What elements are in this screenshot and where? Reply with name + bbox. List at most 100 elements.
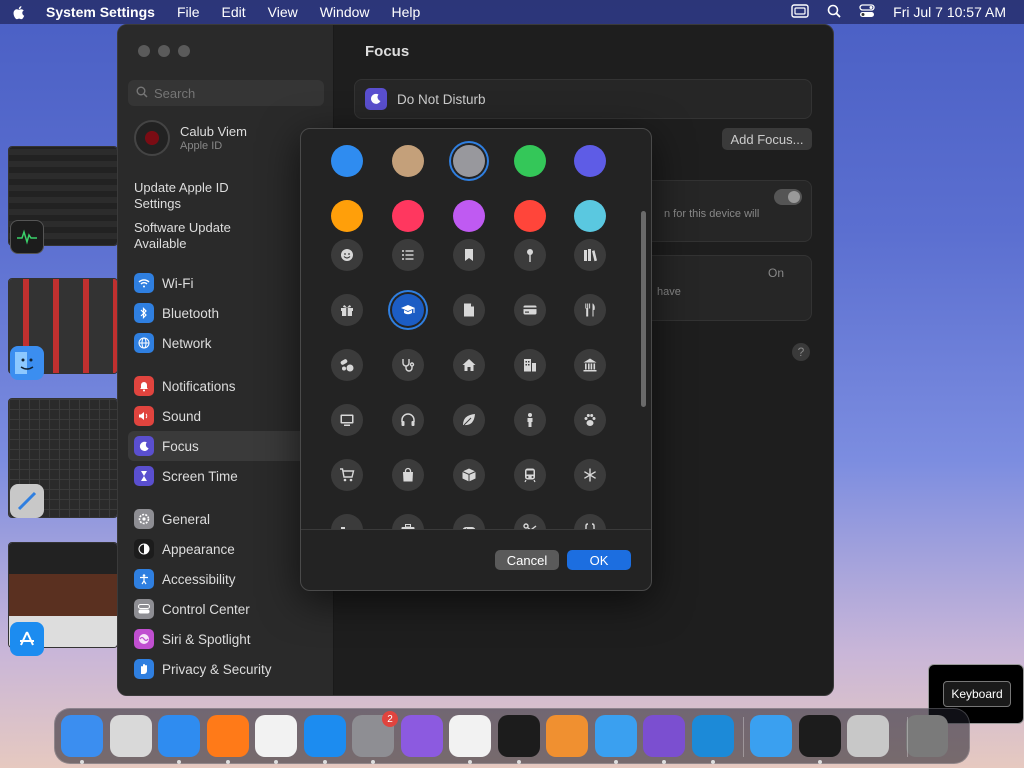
menu-window[interactable]: Window bbox=[320, 4, 370, 20]
weather-icon[interactable] bbox=[594, 715, 637, 757]
icon-option[interactable] bbox=[451, 237, 487, 273]
account-row[interactable]: Calub Viem Apple ID bbox=[134, 120, 247, 156]
icon-option[interactable] bbox=[451, 292, 487, 328]
icon-option[interactable] bbox=[329, 347, 365, 383]
activity-monitor-icon[interactable] bbox=[798, 715, 841, 757]
color-swatch[interactable] bbox=[572, 198, 608, 234]
trash-icon[interactable] bbox=[905, 715, 948, 757]
icon-option[interactable] bbox=[451, 347, 487, 383]
zoom-button[interactable] bbox=[178, 45, 190, 57]
icon-option[interactable] bbox=[390, 237, 426, 273]
icon-option[interactable] bbox=[451, 457, 487, 493]
search-field[interactable] bbox=[128, 80, 324, 106]
add-focus-button[interactable]: Add Focus... bbox=[722, 128, 812, 150]
sidebar-item-bluetooth[interactable]: Bluetooth bbox=[128, 298, 328, 328]
color-swatch[interactable] bbox=[390, 198, 426, 234]
sidebar-item-privacy-security[interactable]: Privacy & Security bbox=[128, 654, 328, 684]
sidebar-item-control-center[interactable]: Control Center bbox=[128, 594, 328, 624]
ok-button[interactable]: OK bbox=[567, 550, 631, 570]
icon-option[interactable] bbox=[512, 237, 548, 273]
minimize-button[interactable] bbox=[158, 45, 170, 57]
finder-icon[interactable] bbox=[61, 715, 103, 757]
terminal-icon[interactable] bbox=[497, 715, 540, 757]
icon-option[interactable] bbox=[451, 512, 487, 529]
icon-option[interactable] bbox=[329, 457, 365, 493]
icon-option[interactable] bbox=[572, 292, 608, 328]
cancel-button[interactable]: Cancel bbox=[495, 550, 559, 570]
icon-option[interactable] bbox=[572, 457, 608, 493]
control-center-icon[interactable] bbox=[859, 3, 875, 21]
icon-option[interactable] bbox=[390, 402, 426, 438]
apple-menu-icon[interactable] bbox=[12, 4, 28, 20]
icon-option[interactable] bbox=[390, 457, 426, 493]
textedit-icon[interactable] bbox=[449, 715, 491, 757]
sidebar-item-appearance[interactable]: Appearance bbox=[128, 534, 328, 564]
menu-clock[interactable]: Fri Jul 7 10:57 AM bbox=[893, 4, 1006, 20]
color-swatch[interactable] bbox=[390, 143, 426, 179]
close-button[interactable] bbox=[138, 45, 150, 57]
focus-row-do-not-disturb[interactable]: Do Not Disturb bbox=[354, 79, 812, 119]
icon-option[interactable] bbox=[512, 512, 548, 529]
icon-option[interactable] bbox=[512, 347, 548, 383]
stage-manager-icon[interactable] bbox=[791, 3, 809, 21]
garageband-icon[interactable] bbox=[546, 715, 588, 757]
keyboard-button[interactable]: Keyboard bbox=[943, 681, 1011, 707]
color-swatch[interactable] bbox=[512, 198, 548, 234]
sidebar-item-accessibility[interactable]: Accessibility bbox=[128, 564, 328, 594]
icon-option[interactable] bbox=[572, 402, 608, 438]
icon-option[interactable] bbox=[572, 237, 608, 273]
icon-option[interactable] bbox=[512, 292, 548, 328]
icon-option[interactable] bbox=[572, 512, 608, 529]
icon-option[interactable] bbox=[329, 512, 365, 529]
color-swatch[interactable] bbox=[329, 198, 365, 234]
icon-option[interactable] bbox=[512, 457, 548, 493]
podcasts-icon[interactable] bbox=[400, 715, 443, 757]
menu-app-name[interactable]: System Settings bbox=[46, 4, 155, 20]
vscode-icon[interactable] bbox=[691, 715, 734, 757]
sidebar-item-wi-fi[interactable]: Wi-Fi bbox=[128, 268, 328, 298]
app-store-icon[interactable] bbox=[303, 715, 346, 757]
sidebar-item-network[interactable]: Network bbox=[128, 328, 328, 358]
color-swatch[interactable] bbox=[451, 198, 487, 234]
sidebar-item-siri-spotlight[interactable]: Siri & Spotlight bbox=[128, 624, 328, 654]
focus-status-value: On bbox=[768, 266, 785, 280]
sidebar-item-sound[interactable]: Sound bbox=[128, 401, 328, 431]
sidebar-item-screen-time[interactable]: Screen Time bbox=[128, 461, 328, 491]
menu-edit[interactable]: Edit bbox=[222, 4, 246, 20]
sidebar-item-notifications[interactable]: Notifications bbox=[128, 371, 328, 401]
color-swatch[interactable] bbox=[512, 143, 548, 179]
search-input[interactable] bbox=[154, 85, 314, 101]
icon-option[interactable] bbox=[329, 237, 365, 273]
icon-option[interactable] bbox=[329, 402, 365, 438]
icon-option[interactable] bbox=[390, 292, 426, 328]
alert-update-apple-id[interactable]: Update Apple ID Settings 1 bbox=[134, 180, 324, 212]
spotlight-icon[interactable] bbox=[827, 4, 841, 21]
icon-option[interactable] bbox=[512, 402, 548, 438]
icon-option[interactable] bbox=[451, 402, 487, 438]
menu-help[interactable]: Help bbox=[392, 4, 421, 20]
safari-icon[interactable] bbox=[158, 715, 200, 757]
launchpad-icon[interactable] bbox=[109, 715, 152, 757]
color-swatch[interactable] bbox=[572, 143, 608, 179]
visual-studio-icon[interactable] bbox=[643, 715, 685, 757]
dock-running-indicator bbox=[710, 760, 715, 764]
firefox-icon[interactable] bbox=[206, 715, 249, 757]
mail-icon[interactable] bbox=[750, 715, 792, 757]
alert-software-update[interactable]: Software Update Available 1 bbox=[134, 220, 324, 252]
color-swatch[interactable] bbox=[451, 143, 487, 179]
help-button[interactable]: ? bbox=[792, 343, 810, 361]
color-swatch[interactable] bbox=[329, 143, 365, 179]
icon-option[interactable] bbox=[390, 347, 426, 383]
icon-option[interactable] bbox=[390, 512, 426, 529]
icon-option[interactable] bbox=[329, 292, 365, 328]
menu-view[interactable]: View bbox=[268, 4, 298, 20]
scrollbar[interactable] bbox=[641, 211, 646, 407]
sidebar-item-focus[interactable]: Focus bbox=[128, 431, 328, 461]
system-settings-icon[interactable]: 2 bbox=[352, 711, 398, 757]
menu-file[interactable]: File bbox=[177, 4, 200, 20]
chrome-icon[interactable] bbox=[255, 715, 297, 757]
instruments-icon[interactable] bbox=[847, 715, 889, 757]
share-toggle[interactable] bbox=[774, 189, 802, 205]
icon-option[interactable] bbox=[572, 347, 608, 383]
sidebar-item-general[interactable]: General bbox=[128, 504, 328, 534]
